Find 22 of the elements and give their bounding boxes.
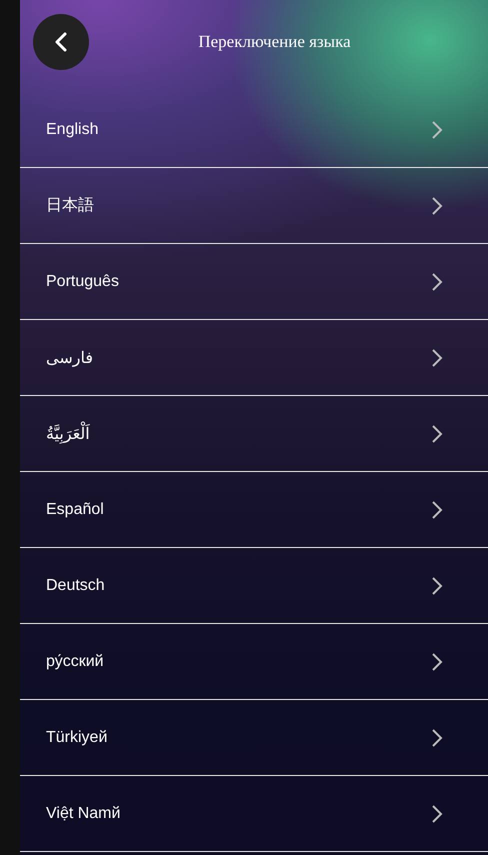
language-item[interactable]: Español [20,472,488,548]
chevron-right-icon [431,348,443,368]
language-item[interactable]: اَلْعَرَبِيَّةُ [20,396,488,472]
language-item[interactable]: ру́сский [20,624,488,700]
language-item[interactable]: Türkiyeй [20,700,488,776]
language-item[interactable]: English [20,92,488,168]
page-title: Переключение языка [197,32,352,52]
chevron-right-icon [431,500,443,520]
chevron-right-icon [431,120,443,140]
chevron-right-icon [431,424,443,444]
language-item[interactable]: Việt Namй [20,776,488,852]
back-chevron-icon [54,32,68,52]
language-item[interactable]: فارسی [20,320,488,396]
chevron-right-icon [431,196,443,216]
chevron-right-icon [431,576,443,596]
chevron-right-icon [431,804,443,824]
language-item[interactable]: Deutsch [20,548,488,624]
chevron-right-icon [431,728,443,748]
language-item[interactable]: Português [20,244,488,320]
language-item[interactable]: 日本語 [20,168,488,244]
chevron-right-icon [431,272,443,292]
chevron-right-icon [431,652,443,672]
